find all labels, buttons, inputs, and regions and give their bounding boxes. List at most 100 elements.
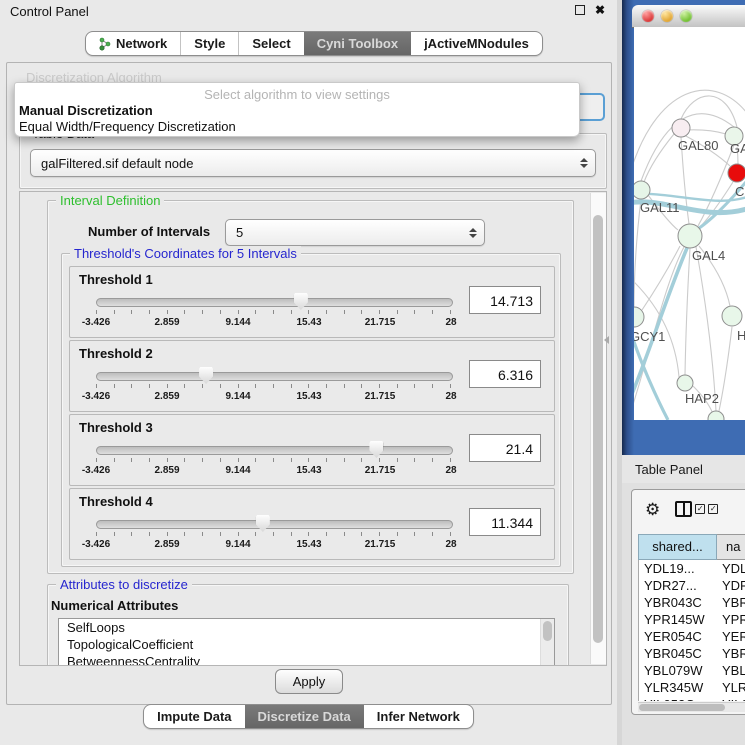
tick-label: 15.43	[296, 539, 321, 550]
network-node-label: C	[735, 184, 744, 199]
tab-infer-network[interactable]: Infer Network	[364, 705, 473, 728]
network-node[interactable]	[672, 119, 690, 137]
threshold-slider[interactable]: -3.4262.8599.14415.4321.71528	[96, 367, 451, 403]
slider-tick-labels: -3.4262.8599.14415.4321.71528	[96, 539, 451, 550]
algorithm-option[interactable]: Manual Discretization	[15, 103, 579, 119]
algorithm-option[interactable]: Equal Width/Frequency Discretization	[15, 119, 579, 135]
threshold-value-field[interactable]: 14.713	[469, 286, 541, 314]
slider-track[interactable]	[96, 446, 453, 455]
attributes-list-scrollbar[interactable]	[540, 619, 554, 666]
table-row[interactable]: YDL19...YDL1	[639, 560, 745, 577]
table-row[interactable]: YBL079WYBL0	[639, 662, 745, 679]
tab-impute-data[interactable]: Impute Data	[144, 705, 244, 728]
tab-network[interactable]: Network	[86, 32, 180, 55]
slider-thumb[interactable]	[256, 515, 270, 532]
cell-name: YIL0	[718, 696, 745, 701]
gear-icon[interactable]: ⚙	[645, 501, 660, 518]
attribute-list-item[interactable]: BetweennessCentrality	[59, 653, 554, 666]
table-panel-title: Table Panel	[635, 462, 703, 477]
slider-track[interactable]	[96, 372, 453, 381]
table-data-combobox[interactable]: galFiltered.sif default node	[30, 149, 596, 177]
slider-thumb[interactable]	[199, 367, 213, 384]
cell-shared-name: YBR045C	[639, 645, 718, 662]
tick-label: 28	[445, 539, 456, 550]
threshold-slider[interactable]: -3.4262.8599.14415.4321.71528	[96, 515, 451, 551]
tick-label: 28	[445, 391, 456, 402]
tab-label: Style	[194, 36, 225, 51]
tab-discretize-data[interactable]: Discretize Data	[245, 705, 364, 728]
table-row[interactable]: YDR27...YDR2	[639, 577, 745, 594]
table-row[interactable]: YPR145WYPR1	[639, 611, 745, 628]
number-of-intervals-combobox[interactable]: 5	[225, 219, 485, 246]
checkbox-icon[interactable]: ✓	[708, 504, 718, 514]
network-node-label: H	[737, 328, 745, 343]
network-node[interactable]	[722, 306, 742, 326]
slider-ticks	[96, 310, 451, 315]
column-header-shared-name[interactable]: shared...	[638, 534, 717, 560]
threshold-value-field[interactable]: 6.316	[469, 360, 541, 388]
tick-label: -3.426	[82, 317, 110, 328]
threshold-label: Threshold 2	[79, 346, 153, 361]
slider-track[interactable]	[96, 298, 453, 307]
attribute-list-item[interactable]: SelfLoops	[59, 619, 554, 636]
threshold-value-field[interactable]: 21.4	[469, 434, 541, 462]
checkbox-icon[interactable]: ✓	[695, 504, 705, 514]
panel-title: Control Panel	[10, 4, 89, 19]
cell-name: YBR0	[718, 594, 745, 611]
zoom-traffic-light-icon[interactable]	[680, 10, 692, 22]
table-row[interactable]: YBR045CYBR0	[639, 645, 745, 662]
network-node[interactable]	[708, 411, 724, 420]
columns-icon[interactable]	[675, 501, 692, 517]
tick-label: 21.715	[365, 391, 396, 402]
network-node[interactable]	[634, 181, 650, 199]
settings-scroll-panel: Interval Definition Number of Intervals …	[19, 191, 607, 666]
table-row[interactable]: YBR043CYBR0	[639, 594, 745, 611]
interval-definition-group: Interval Definition Number of Intervals …	[47, 200, 574, 574]
network-node[interactable]	[678, 224, 702, 248]
table-row[interactable]: YER054CYER0	[639, 628, 745, 645]
column-header-name[interactable]: na	[717, 534, 745, 560]
apply-button[interactable]: Apply	[275, 669, 343, 694]
close-traffic-light-icon[interactable]	[642, 10, 654, 22]
cell-shared-name: YBL079W	[639, 662, 718, 679]
network-node[interactable]	[677, 375, 693, 391]
tick-label: 9.144	[225, 539, 250, 550]
slider-thumb[interactable]	[369, 441, 383, 458]
attribute-list-item[interactable]: TopologicalCoefficient	[59, 636, 554, 653]
tab-style[interactable]: Style	[180, 32, 238, 55]
network-node-label: HAP2	[685, 391, 719, 406]
table-toolbar: ⚙ ✓ ✓	[632, 490, 745, 528]
table-hscrollbar[interactable]	[638, 702, 745, 712]
network-node[interactable]	[728, 164, 745, 182]
table-panel: ⚙ ✓ ✓ shared... na YDL19...YDL1YDR27...Y…	[631, 489, 745, 715]
threshold-value-field[interactable]: 11.344	[469, 508, 541, 536]
table-row[interactable]: YIL052CYIL0	[639, 696, 745, 701]
table-row[interactable]: YLR345WYLR3	[639, 679, 745, 696]
slider-thumb[interactable]	[294, 293, 308, 310]
scrollbar-thumb[interactable]	[593, 215, 603, 643]
hscrollbar-thumb[interactable]	[639, 704, 725, 711]
tab-select[interactable]: Select	[238, 32, 303, 55]
threshold-slider[interactable]: -3.4262.8599.14415.4321.71528	[96, 441, 451, 477]
slider-ticks	[96, 384, 451, 389]
table-data-group: Table Data galFiltered.sif default node	[19, 133, 607, 189]
cell-name: YLR3	[718, 679, 745, 696]
threshold-slider[interactable]: -3.4262.8599.14415.4321.71528	[96, 293, 451, 329]
cell-name: YBL0	[718, 662, 745, 679]
splitpane-collapse-icon[interactable]	[604, 336, 609, 344]
slider-track[interactable]	[96, 520, 453, 529]
settings-scrollbar[interactable]	[590, 193, 606, 664]
network-window-titlebar[interactable]	[632, 5, 745, 28]
network-canvas[interactable]: GAL80GACGAL11GAL4GCY1HHAP2	[634, 27, 745, 420]
tick-label: 9.144	[225, 391, 250, 402]
float-window-icon[interactable]	[575, 5, 585, 15]
close-icon[interactable]: ✖	[595, 5, 605, 15]
cell-shared-name: YDL19...	[639, 560, 718, 577]
tab-label: Select	[252, 36, 290, 51]
minimize-traffic-light-icon[interactable]	[661, 10, 673, 22]
tab-label: Infer Network	[377, 709, 460, 724]
tick-label: 9.144	[225, 317, 250, 328]
tab-jactivemnodules[interactable]: jActiveMNodules	[411, 32, 542, 55]
number-of-intervals-label: Number of Intervals	[88, 224, 210, 239]
tab-cyni-toolbox[interactable]: Cyni Toolbox	[304, 32, 411, 55]
